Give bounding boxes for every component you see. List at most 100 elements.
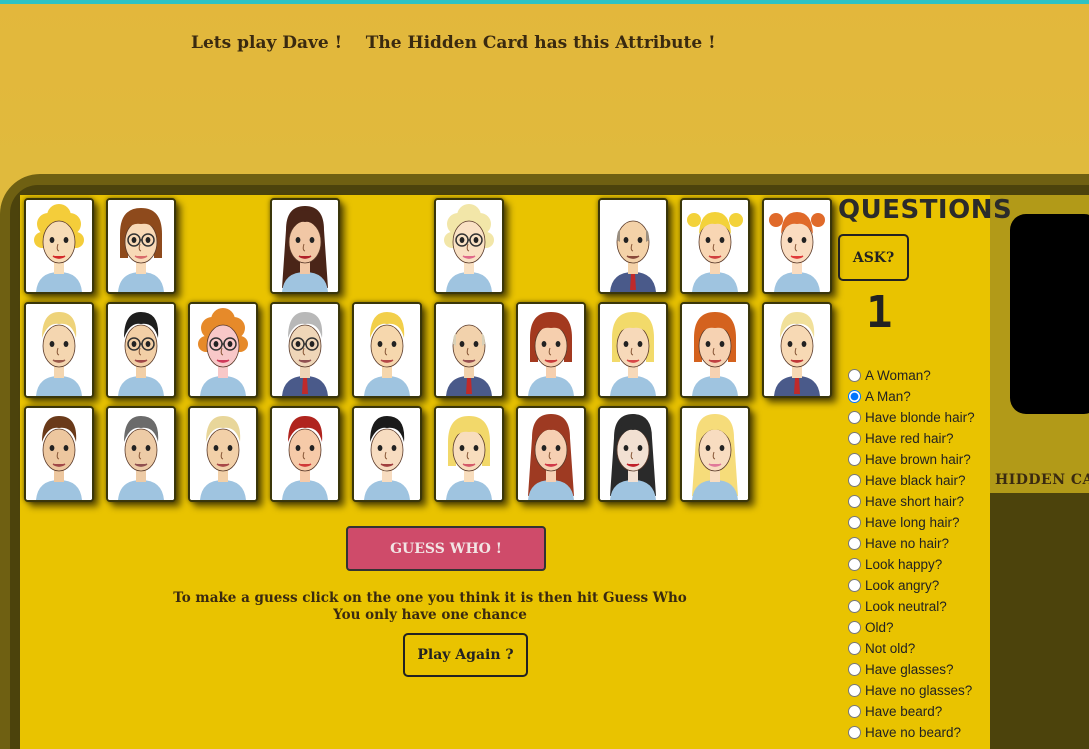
character-portrait xyxy=(354,408,420,500)
card-bald-old-man[interactable] xyxy=(598,198,668,294)
question-option[interactable]: Have beard? xyxy=(848,702,942,720)
question-option[interactable]: A Woman? xyxy=(848,366,931,384)
question-radio[interactable] xyxy=(848,368,861,382)
question-radio[interactable] xyxy=(848,536,861,550)
question-option[interactable]: Look neutral? xyxy=(848,597,947,615)
card-blonde-quiff-man[interactable] xyxy=(762,302,832,398)
question-radio[interactable] xyxy=(848,599,861,613)
question-radio[interactable] xyxy=(848,452,861,466)
card-balding-suit-man[interactable] xyxy=(434,302,504,398)
question-option[interactable]: Look happy? xyxy=(848,555,942,573)
card-blonde-tired-woman[interactable] xyxy=(434,406,504,502)
question-option[interactable]: Old? xyxy=(848,618,894,636)
question-radio[interactable] xyxy=(848,389,861,403)
question-option[interactable]: Have long hair? xyxy=(848,513,960,531)
question-label: Have short hair? xyxy=(865,493,965,509)
question-label: Have no glasses? xyxy=(865,682,973,698)
question-radio[interactable] xyxy=(848,494,861,508)
question-radio[interactable] xyxy=(848,557,861,571)
card-long-blonde-woman[interactable] xyxy=(680,406,750,502)
card-red-hair-laughing-man[interactable] xyxy=(270,406,340,502)
card-grey-glasses-old-man[interactable] xyxy=(270,302,340,398)
card-blonde-curly-woman[interactable] xyxy=(24,198,94,294)
instructions-line-2: You only have one chance xyxy=(333,607,527,623)
card-blonde-surprised-man[interactable] xyxy=(188,406,258,502)
question-label: Not old? xyxy=(865,640,916,656)
question-label: A Man? xyxy=(865,388,911,404)
question-radio[interactable] xyxy=(848,578,861,592)
question-label: Have red hair? xyxy=(865,430,954,446)
character-portrait xyxy=(108,408,174,500)
character-portrait xyxy=(108,200,174,292)
character-portrait xyxy=(518,408,584,500)
character-portrait xyxy=(436,304,502,396)
card-long-dark-hair-woman[interactable] xyxy=(270,198,340,294)
character-portrait xyxy=(682,200,748,292)
character-portrait xyxy=(682,304,748,396)
card-blonde-bob-woman[interactable] xyxy=(598,302,668,398)
character-portrait xyxy=(272,304,338,396)
question-option[interactable]: Have no beard? xyxy=(848,723,961,741)
question-option[interactable]: Have no glasses? xyxy=(848,681,972,699)
character-portrait xyxy=(436,200,502,292)
character-portrait xyxy=(108,304,174,396)
card-dark-quiff-man[interactable] xyxy=(352,406,422,502)
card-black-hair-goth-woman[interactable] xyxy=(598,406,668,502)
question-radio[interactable] xyxy=(848,683,861,697)
question-label: Look angry? xyxy=(865,577,940,593)
question-option[interactable]: Have red hair? xyxy=(848,429,954,447)
question-label: Have long hair? xyxy=(865,514,960,530)
question-radio[interactable] xyxy=(848,410,861,424)
question-label: Look neutral? xyxy=(865,598,947,614)
question-label: Have black hair? xyxy=(865,472,966,488)
question-option[interactable]: Have glasses? xyxy=(848,660,954,678)
ask-button[interactable]: ASK? xyxy=(838,234,909,281)
character-portrait xyxy=(600,304,666,396)
question-option[interactable]: Have brown hair? xyxy=(848,450,971,468)
question-radio[interactable] xyxy=(848,662,861,676)
question-label: Have glasses? xyxy=(865,661,954,677)
card-brown-bob-glasses-woman[interactable] xyxy=(106,198,176,294)
card-grey-hair-man[interactable] xyxy=(106,406,176,502)
card-red-hair-girl[interactable] xyxy=(762,198,832,294)
character-portrait xyxy=(354,304,420,396)
character-portrait xyxy=(26,408,92,500)
card-blonde-spiky-man[interactable] xyxy=(24,302,94,398)
card-sunglasses-man[interactable] xyxy=(106,302,176,398)
question-radio[interactable] xyxy=(848,704,861,718)
instructions: To make a guess click on the one you thi… xyxy=(150,590,710,624)
question-option[interactable]: Have blonde hair? xyxy=(848,408,975,426)
question-label: Have blonde hair? xyxy=(865,409,975,425)
question-option[interactable]: Look angry? xyxy=(848,576,939,594)
question-count: 1 xyxy=(866,287,893,338)
hidden-card-label: HIDDEN CARD xyxy=(995,472,1089,488)
question-radio[interactable] xyxy=(848,431,861,445)
question-option[interactable]: A Man? xyxy=(848,387,911,405)
guess-who-button[interactable]: GUESS WHO ! xyxy=(346,526,546,571)
instructions-line-1: To make a guess click on the one you thi… xyxy=(173,590,687,606)
question-radio[interactable] xyxy=(848,725,861,739)
question-radio[interactable] xyxy=(848,620,861,634)
question-option[interactable]: Have short hair? xyxy=(848,492,964,510)
question-label: Have no beard? xyxy=(865,724,962,740)
card-auburn-sideswept-woman[interactable] xyxy=(516,406,586,502)
card-ginger-worried-woman[interactable] xyxy=(680,302,750,398)
card-curly-orange-woman[interactable] xyxy=(188,302,258,398)
card-auburn-bob-woman[interactable] xyxy=(516,302,586,398)
character-portrait xyxy=(272,408,338,500)
question-radio[interactable] xyxy=(848,473,861,487)
card-blonde-smiling-man[interactable] xyxy=(352,302,422,398)
play-again-button[interactable]: Play Again ? xyxy=(403,633,528,677)
question-option[interactable]: Have no hair? xyxy=(848,534,949,552)
question-radio[interactable] xyxy=(848,641,861,655)
question-radio[interactable] xyxy=(848,515,861,529)
page-headline: Lets play Dave ! The Hidden Card has thi… xyxy=(191,33,716,53)
character-portrait xyxy=(600,408,666,500)
character-portrait xyxy=(682,408,748,500)
card-blonde-glasses-woman[interactable] xyxy=(434,198,504,294)
question-option[interactable]: Have black hair? xyxy=(848,471,966,489)
card-brown-hair-man[interactable] xyxy=(24,406,94,502)
question-option[interactable]: Not old? xyxy=(848,639,915,657)
card-blonde-pigtails-girl[interactable] xyxy=(680,198,750,294)
character-portrait xyxy=(190,408,256,500)
